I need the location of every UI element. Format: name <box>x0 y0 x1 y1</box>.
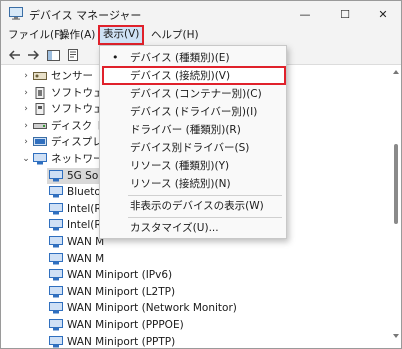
chevron-right-icon[interactable]: › <box>21 85 31 101</box>
menu-item-label: リソース (種類別)(Y) <box>130 160 230 172</box>
tree-item-label: センサー <box>51 70 93 82</box>
menu-item-label: カスタマイズ(U)... <box>130 222 219 234</box>
tree-device-item[interactable]: Intel(R) <box>47 201 106 217</box>
menu-item-label: ドライバー (種類別)(R) <box>130 124 241 136</box>
tree-item-label: WAN Miniport (IPv6) <box>67 269 173 282</box>
menu-action[interactable]: 操作(A) <box>55 27 99 44</box>
tree-device-item[interactable]: WAN M <box>47 251 104 267</box>
tree-device-item[interactable]: WAN Miniport (Network Monitor) <box>47 300 237 316</box>
menu-view[interactable]: 表示(V) <box>98 25 145 45</box>
close-icon: ✕ <box>378 7 388 21</box>
menu-item-resources-by-connection[interactable]: リソース (接続別)(N) <box>100 175 286 193</box>
device-manager-app-icon <box>9 7 23 20</box>
forward-arrow-icon <box>28 50 39 60</box>
network-card-icon <box>49 236 63 248</box>
tree-item-label: WAN M <box>67 252 105 265</box>
menu-item-label: デバイス別ドライバー(S) <box>130 142 250 154</box>
menu-item-devices-by-driver[interactable]: デバイス (ドライバー別)(I) <box>100 103 286 121</box>
menu-item-label: 非表示のデバイスの表示(W) <box>130 200 264 212</box>
chevron-right-icon[interactable]: › <box>21 68 31 84</box>
forward-button[interactable] <box>25 48 41 62</box>
console-tree-icon <box>46 49 60 61</box>
menu-item-label: デバイス (接続別)(V) <box>130 70 231 82</box>
menu-item-devices-by-container[interactable]: デバイス (コンテナー別)(C) <box>100 85 286 103</box>
vertical-scrollbar[interactable] <box>393 69 399 341</box>
tree-category-item[interactable]: › センサー <box>21 68 93 84</box>
menu-item-drivers-by-device[interactable]: デバイス別ドライバー(S) <box>100 139 286 157</box>
back-arrow-icon <box>9 50 20 60</box>
menu-bar: ファイル(F) 操作(A) 表示(V) ヘルプ(H) <box>1 25 401 45</box>
menu-separator <box>128 217 282 218</box>
show-hide-tree-button[interactable] <box>45 48 61 62</box>
network-card-icon <box>49 319 63 331</box>
window-title: デバイス マネージャー <box>29 9 142 22</box>
chevron-right-icon[interactable]: › <box>21 134 31 150</box>
tree-item-label: WAN Miniport (PPTP) <box>67 335 176 348</box>
minimize-button[interactable]: — <box>285 1 325 27</box>
sensor-icon <box>33 72 47 80</box>
disk-drive-icon <box>33 122 47 129</box>
properties-button[interactable] <box>65 48 81 62</box>
scroll-up-icon[interactable] <box>393 69 399 75</box>
maximize-button[interactable]: ☐ <box>325 1 365 27</box>
network-card-icon <box>49 285 63 298</box>
network-card-icon <box>49 219 63 231</box>
network-card-icon <box>49 202 63 215</box>
software-component-icon <box>35 86 45 99</box>
tree-item-label: WAN Miniport (Network Monitor) <box>67 302 237 315</box>
menu-item-devices-by-type[interactable]: • デバイス (種類別)(E) <box>100 49 286 67</box>
tree-device-item[interactable]: 5G Solu <box>47 167 108 184</box>
menu-item-label: デバイス (コンテナー別)(C) <box>130 88 262 100</box>
scroll-thumb[interactable] <box>394 144 398 224</box>
tree-device-item[interactable]: WAN Miniport (IPv6) <box>47 267 172 283</box>
chevron-right-icon[interactable]: › <box>21 118 31 134</box>
display-adapter-icon <box>33 137 47 147</box>
network-card-icon <box>49 252 63 265</box>
view-menu-dropdown: • デバイス (種類別)(E) デバイス (接続別)(V) デバイス (コンテナ… <box>99 45 287 239</box>
network-card-icon <box>49 335 63 348</box>
tree-device-item[interactable]: Intel(R) <box>47 217 106 233</box>
menu-item-label: リソース (接続別)(N) <box>130 178 231 190</box>
close-button[interactable]: ✕ <box>363 1 402 27</box>
selected-bullet-icon: • <box>112 51 119 64</box>
device-manager-window: デバイス マネージャー — ☐ ✕ ファイル(F) 操作(A) 表示(V) ヘル… <box>0 0 402 349</box>
network-card-icon <box>49 169 63 182</box>
menu-help[interactable]: ヘルプ(H) <box>147 27 203 44</box>
menu-item-label: デバイス (ドライバー別)(I) <box>130 106 258 118</box>
tree-device-item[interactable]: WAN Miniport (L2TP) <box>47 284 175 300</box>
title-bar: デバイス マネージャー — ☐ ✕ <box>1 1 401 27</box>
network-card-icon <box>49 302 63 314</box>
tree-item-label: WAN Miniport (PPPOE) <box>67 319 184 331</box>
properties-icon <box>68 49 78 61</box>
tree-item-label: WAN Miniport (L2TP) <box>67 285 176 298</box>
menu-item-label: デバイス (種類別)(E) <box>130 52 230 64</box>
menu-item-devices-by-connection[interactable]: デバイス (接続別)(V) <box>100 67 286 85</box>
network-adapter-icon <box>33 153 47 165</box>
minimize-icon: — <box>299 7 311 21</box>
chevron-down-icon[interactable]: ⌄ <box>21 151 31 167</box>
menu-separator <box>128 195 282 196</box>
menu-item-show-hidden-devices[interactable]: 非表示のデバイスの表示(W) <box>100 197 286 215</box>
menu-item-drivers-by-type[interactable]: ドライバー (種類別)(R) <box>100 121 286 139</box>
network-card-icon <box>49 186 63 198</box>
tree-device-item[interactable]: WAN M <box>47 234 104 250</box>
menu-item-customize[interactable]: カスタマイズ(U)... <box>100 219 286 237</box>
menu-item-resources-by-type[interactable]: リソース (種類別)(Y) <box>100 157 286 175</box>
tree-device-item[interactable]: WAN Miniport (PPPOE) <box>47 317 184 333</box>
tree-device-item[interactable]: WAN Miniport (PPTP) <box>47 334 175 348</box>
back-button[interactable] <box>7 48 23 62</box>
scroll-down-icon[interactable] <box>393 333 399 339</box>
maximize-icon: ☐ <box>340 7 350 21</box>
network-card-icon <box>49 269 63 281</box>
software-device-icon <box>35 103 45 116</box>
chevron-right-icon[interactable]: › <box>21 101 31 117</box>
